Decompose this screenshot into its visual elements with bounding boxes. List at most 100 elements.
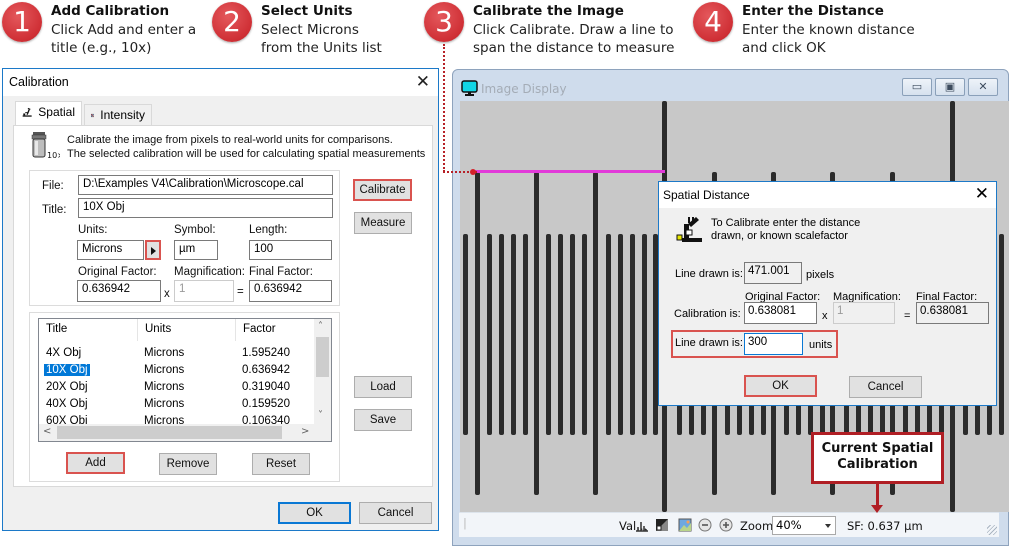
line-start-marker [470, 169, 476, 175]
magnification-label: Magnification: [174, 266, 245, 278]
symbol-field[interactable]: µm [174, 240, 218, 260]
step-line: Enter the known distance [742, 21, 915, 38]
spatial-ok-button[interactable]: OK [744, 375, 817, 397]
units-label: Units: [78, 224, 108, 236]
grid-icon [91, 113, 95, 118]
calibration-list[interactable]: Title Units Factor 4X Obj Microns 1.5952… [38, 318, 332, 442]
row-units: Microns [144, 381, 185, 393]
magnification-field: 1 [174, 280, 234, 302]
description-line: The selected calibration will be used fo… [67, 148, 426, 160]
line-drawn-units-field[interactable]: 300 [744, 333, 803, 355]
message-line: To Calibrate enter the distance [711, 217, 861, 229]
spatial-distance-message: To Calibrate enter the distance drawn, o… [711, 217, 860, 243]
original-factor-field[interactable]: 0.636942 [77, 280, 161, 302]
list-row[interactable]: 20X Obj Microns 0.319040 [39, 380, 315, 397]
units-unit: units [809, 339, 833, 351]
title-label: Title: [42, 204, 67, 216]
histogram-icon[interactable] [635, 518, 649, 532]
tab-intensity[interactable]: Intensity [84, 104, 152, 126]
scroll-down-icon[interactable]: ˅ [318, 410, 323, 421]
ruler-tick [498, 234, 504, 435]
step-2: 2 Select Units Select Microns from the U… [212, 2, 382, 58]
image-display-title: Image Display [481, 82, 567, 96]
image-status-bar: | Val... Zoom 40% SF: 0.637 µm [459, 512, 999, 537]
ruler-tick [582, 234, 587, 435]
list-header: Title Units Factor [39, 319, 315, 341]
monitor-icon [461, 80, 478, 96]
callout-arrow-head [871, 505, 883, 513]
horizontal-scroll-thumb[interactable] [57, 426, 282, 439]
ruler-tick [510, 234, 516, 435]
list-row[interactable]: 40X Obj Microns 0.159520 [39, 397, 315, 414]
resize-grip[interactable] [987, 525, 997, 535]
description-line: Calibrate the image from pixels to real-… [67, 134, 393, 146]
list-row[interactable]: 4X Obj Microns 1.595240 [39, 346, 315, 363]
column-header-units[interactable]: Units [137, 319, 235, 341]
column-header-title[interactable]: Title [39, 319, 139, 341]
row-title: 4X Obj [46, 347, 82, 359]
file-field[interactable]: D:\Examples V4\Calibration\Microscope.ca… [78, 175, 333, 195]
load-button[interactable]: Load [354, 376, 412, 398]
units-dropdown-button[interactable] [145, 240, 161, 260]
line-drawn-pixels-field: 471.001 [744, 262, 802, 284]
ruler-tick [522, 234, 528, 435]
ruler-tick [629, 234, 635, 435]
zoom-in-icon[interactable] [719, 518, 733, 532]
zoom-select[interactable]: 40% [772, 516, 836, 535]
step-number-badge: 2 [212, 2, 252, 42]
column-header-factor[interactable]: Factor [235, 319, 315, 341]
ruler-tick [534, 172, 539, 495]
ruler-tick [486, 234, 492, 435]
message-line: drawn, or known scalefactor [711, 230, 848, 242]
maximize-button[interactable]: ▣ [935, 78, 965, 96]
horizontal-scrollbar[interactable]: < > [39, 424, 331, 441]
pixels-unit: pixels [806, 269, 835, 281]
step-1: 1 Add Calibration Click Add and enter a … [2, 2, 196, 58]
zoom-out-icon[interactable] [698, 518, 712, 532]
scroll-left-icon[interactable]: < [43, 426, 51, 437]
close-icon[interactable]: ✕ [975, 184, 989, 204]
list-row-selected[interactable]: 10X Obj Microns 0.636942 [39, 363, 315, 380]
line-drawn-units-label: Line drawn is: [675, 337, 743, 349]
vertical-scroll-thumb[interactable] [316, 337, 329, 377]
equals-sign: = [904, 310, 911, 322]
units-field[interactable]: Microns [77, 240, 144, 260]
save-button[interactable]: Save [354, 409, 412, 431]
measure-button[interactable]: Measure [354, 212, 412, 234]
ruler-tick [605, 234, 611, 435]
spatial-distance-title: Spatial Distance [663, 188, 750, 202]
contrast-icon[interactable] [655, 518, 669, 532]
original-factor-field[interactable]: 0.638081 [744, 302, 817, 324]
final-factor-field[interactable]: 0.636942 [249, 280, 332, 302]
step-line: Click Calibrate. Draw a line to [473, 21, 674, 38]
magnification-field: 1 [833, 302, 895, 324]
calibrate-button[interactable]: Calibrate [353, 179, 412, 201]
row-factor: 0.636942 [242, 364, 290, 376]
close-window-button[interactable]: ✕ [968, 78, 998, 96]
row-units: Microns [144, 398, 185, 410]
step-line: from the Units list [261, 40, 382, 56]
step-line: Select Microns [261, 21, 359, 38]
image-icon[interactable] [678, 518, 692, 532]
step-title: Select Units [261, 3, 353, 19]
cancel-button[interactable]: Cancel [359, 502, 432, 524]
length-field[interactable]: 100 [249, 240, 332, 260]
measurement-line[interactable] [475, 170, 665, 173]
remove-button[interactable]: Remove [159, 453, 217, 475]
add-button[interactable]: Add [66, 452, 125, 474]
calibration-titlebar: Calibration ✕ [3, 69, 438, 96]
panel-description: Calibrate the image from pixels to real-… [67, 133, 425, 161]
ok-button[interactable]: OK [278, 502, 351, 524]
close-icon[interactable]: ✕ [416, 72, 430, 92]
minimize-button[interactable]: ▭ [902, 78, 932, 96]
title-field[interactable]: 10X Obj [78, 198, 333, 218]
objective-label: 10× [47, 151, 60, 160]
tab-spatial[interactable]: Spatial [15, 101, 82, 125]
reset-button[interactable]: Reset [252, 453, 310, 475]
scroll-right-icon[interactable]: > [301, 426, 309, 437]
equals-sign: = [237, 286, 244, 298]
scroll-up-icon[interactable]: ˄ [318, 321, 323, 332]
vertical-scrollbar[interactable]: ˄ ˅ [314, 319, 331, 426]
spatial-cancel-button[interactable]: Cancel [849, 376, 922, 398]
file-label: File: [42, 180, 64, 192]
